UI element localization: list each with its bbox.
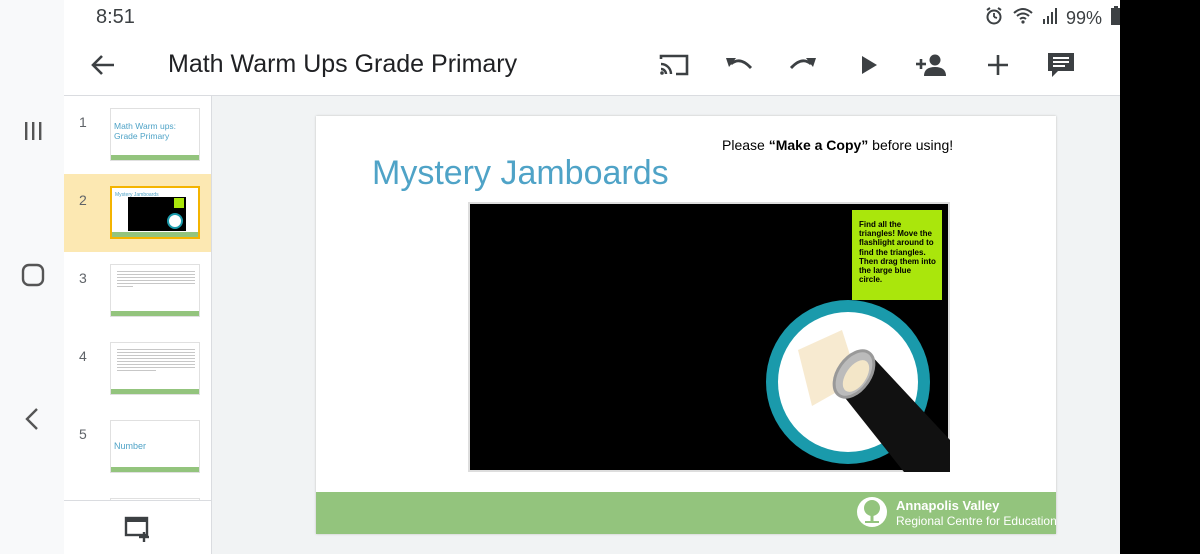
status-icons: 99% <box>984 6 1122 31</box>
top-toolbar: Math Warm Ups Grade Primary <box>64 34 1160 96</box>
slide-thumbnail-5[interactable]: 5 Number <box>64 408 211 486</box>
add-person-icon[interactable] <box>914 48 948 82</box>
slide-number: 4 <box>79 348 87 364</box>
back-arrow-icon[interactable] <box>86 48 120 82</box>
slide-thumbnail-4[interactable]: 4 <box>64 330 211 408</box>
flashlight-graphic <box>766 300 950 472</box>
recent-apps-icon[interactable] <box>14 112 52 150</box>
copy-note-bold: “Make a Copy” <box>768 137 869 153</box>
android-nav-bar <box>0 0 64 554</box>
current-slide[interactable]: Please “Make a Copy” before using! Myste… <box>316 116 1057 534</box>
thumb-note <box>174 198 184 208</box>
slide-thumbnail-2[interactable]: 2 Mystery Jamboards <box>64 174 211 252</box>
back-nav-icon[interactable] <box>14 400 52 438</box>
phone-screen: 8:51 99% Math Warm Ups Grade Primary 1 M… <box>0 0 1200 554</box>
new-slide-icon[interactable] <box>124 515 152 543</box>
clock: 8:51 <box>96 6 135 28</box>
thumb-footer <box>111 311 199 316</box>
sticky-note: Find all the triangles! Move the flashli… <box>852 210 942 300</box>
logo-line-1: Annapolis Valley <box>896 498 1000 513</box>
slide-number: 5 <box>79 426 87 442</box>
logo-line-2: Regional Centre for Education <box>896 514 1057 528</box>
copy-note-suffix: before using! <box>868 137 954 153</box>
slide-preview: Number <box>110 420 200 473</box>
slide-title: Mystery Jamboards <box>372 154 669 192</box>
thumb-footer <box>111 155 199 160</box>
wifi-icon <box>1012 7 1034 30</box>
thumb-title: Number <box>114 441 147 451</box>
status-bar: 8:51 99% <box>64 0 1160 34</box>
copy-note: Please “Make a Copy” before using! <box>722 137 953 153</box>
slide-number: 3 <box>79 270 87 286</box>
present-icon[interactable] <box>852 48 886 82</box>
slide-thumbnail-1[interactable]: 1 Math Warm ups: Grade Primary <box>64 96 211 174</box>
phone-bezel <box>1120 0 1200 554</box>
slide-filmstrip: 1 Math Warm ups: Grade Primary 2 Mystery… <box>64 96 212 554</box>
slide-footer: Annapolis Valley Regional Centre for Edu… <box>316 492 1057 534</box>
thumb-text-lines <box>117 349 195 373</box>
alarm-icon <box>984 6 1004 31</box>
thumb-footer <box>112 232 198 237</box>
slide-number: 1 <box>79 114 87 130</box>
home-icon[interactable] <box>14 256 52 294</box>
document-title[interactable]: Math Warm Ups Grade Primary <box>168 50 517 79</box>
undo-icon[interactable] <box>722 48 756 82</box>
thumb-footer <box>111 389 199 394</box>
tree-logo-icon <box>857 497 887 527</box>
cast-icon[interactable] <box>657 48 691 82</box>
comment-icon[interactable] <box>1044 48 1078 82</box>
thumb-title: Math Warm ups: Grade Primary <box>114 121 177 141</box>
slide-preview: Mystery Jamboards <box>110 186 200 239</box>
slide-thumbnail-3[interactable]: 3 <box>64 252 211 330</box>
slide-number: 2 <box>79 192 87 208</box>
new-slide-bar <box>64 500 212 554</box>
signal-icon <box>1042 7 1058 30</box>
jamboard-image[interactable]: Find all the triangles! Move the flashli… <box>468 202 950 472</box>
thumb-circle <box>167 213 183 229</box>
slide-preview <box>110 264 200 317</box>
thumb-footer <box>111 467 199 472</box>
slide-preview <box>110 342 200 395</box>
thumb-text-lines <box>117 271 195 289</box>
redo-icon[interactable] <box>786 48 820 82</box>
thumb-jamboard <box>128 197 186 231</box>
copy-note-prefix: Please <box>722 137 769 153</box>
battery-percent: 99% <box>1065 8 1102 28</box>
add-icon[interactable] <box>981 48 1015 82</box>
slide-preview: Math Warm ups: Grade Primary <box>110 108 200 161</box>
